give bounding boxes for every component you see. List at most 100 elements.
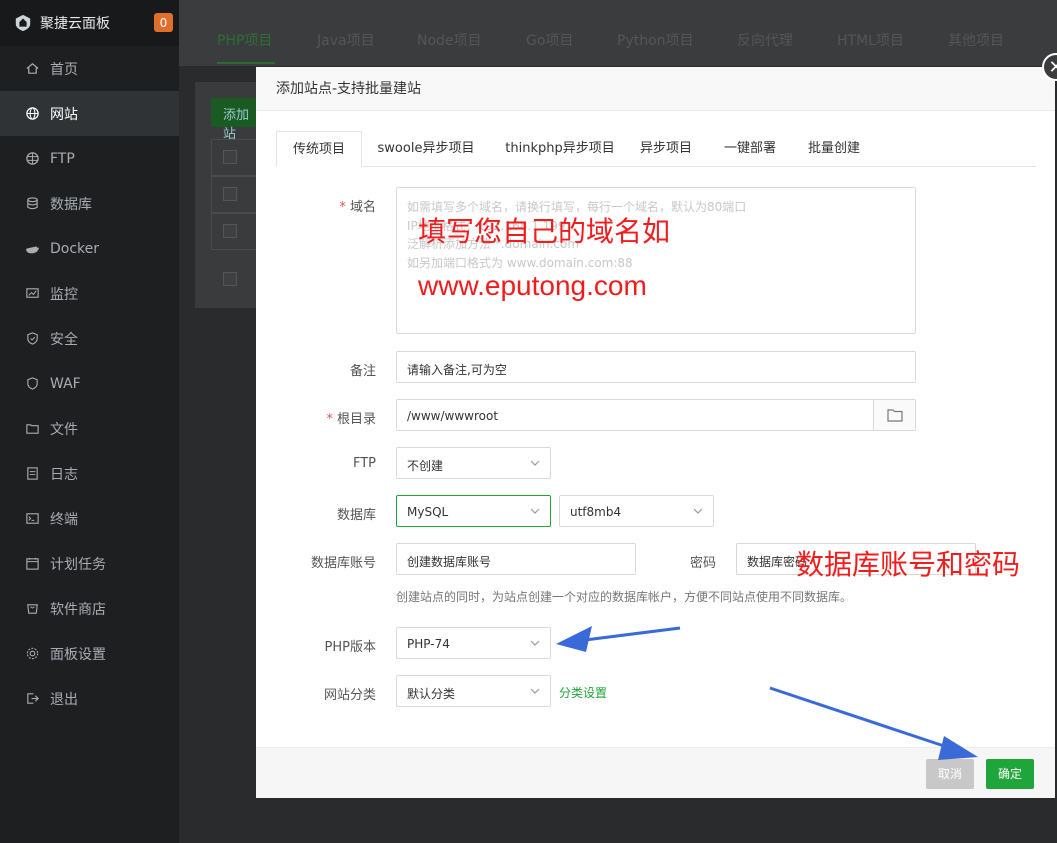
sidebar-header: 聚捷云面板 0: [0, 0, 179, 46]
chevron-down-icon: [693, 508, 703, 514]
project-tabs: PHP项目 Java项目 Node项目 Go项目 Python项目 反向代理 H…: [179, 0, 1057, 66]
sidebar-item-label: 文件: [50, 421, 78, 438]
clock-icon: [24, 556, 40, 572]
folder-icon: [24, 421, 40, 437]
sidebar-item-label: 网站: [50, 106, 78, 123]
sidebar-item-terminal[interactable]: 终端: [0, 496, 179, 541]
sidebar-item-label: 软件商店: [50, 601, 106, 618]
chevron-down-icon: [530, 688, 540, 694]
database-icon: [24, 196, 40, 212]
sidebar-item-label: 终端: [50, 511, 78, 528]
notification-badge[interactable]: 0: [154, 13, 173, 32]
shield-icon: [24, 331, 40, 347]
sidebar-item-gear[interactable]: 面板设置: [0, 631, 179, 676]
database-type-select[interactable]: MySQL: [396, 495, 551, 527]
dialog-footer: 取消 确定: [256, 747, 1055, 798]
sidebar-menu: 首页网站 FTP 数据库 Docker 监控安全 WAF 文件日志终端计划任务软件商店面板设…: [0, 46, 179, 721]
tab-html[interactable]: HTML项目: [837, 30, 904, 50]
row-checkbox[interactable]: [223, 150, 237, 164]
charset-select[interactable]: utf8mb4: [559, 495, 714, 527]
category-select[interactable]: 默认分类: [396, 675, 551, 707]
database-label: 数据库: [336, 508, 376, 523]
php-version-select[interactable]: PHP-74: [396, 627, 551, 659]
password-label: 密码: [689, 556, 716, 571]
sidebar-item-monitor[interactable]: 监控: [0, 271, 179, 316]
sidebar-item-waf[interactable]: WAF: [0, 361, 179, 406]
sidebar-item-label: 安全: [50, 331, 78, 348]
tab-swoole[interactable]: swoole异步项目: [372, 131, 480, 167]
tab-java[interactable]: Java项目: [317, 30, 375, 50]
sidebar-item-folder[interactable]: 文件: [0, 406, 179, 451]
sidebar-item-logout[interactable]: 退出: [0, 676, 179, 721]
tab-one-click-deploy[interactable]: 一键部署: [718, 131, 782, 167]
sidebar-item-label: 监控: [50, 286, 78, 303]
tab-traditional[interactable]: 传统项目: [276, 131, 362, 167]
tab-batch-create[interactable]: 批量创建: [802, 131, 866, 167]
sidebar-item-label: 退出: [50, 691, 78, 708]
php-version-label: PHP版本: [324, 640, 376, 655]
panel-title: 聚捷云面板: [40, 16, 110, 32]
sidebar-item-label: 日志: [50, 466, 78, 483]
sidebar-item-home[interactable]: 首页: [0, 46, 179, 91]
domain-example-annotation: www.eputong.com: [418, 270, 647, 301]
db-account-input[interactable]: 创建数据库账号: [396, 543, 636, 575]
sidebar-item-globe[interactable]: 网站: [0, 91, 179, 136]
add-site-button[interactable]: 添加站: [211, 98, 261, 142]
sidebar-item-label: 首页: [50, 61, 78, 78]
tab-async[interactable]: 异步项目: [636, 131, 696, 167]
panel-logo-icon: [15, 14, 31, 32]
remark-label: 备注: [349, 364, 376, 379]
remark-input[interactable]: 请输入备注,可为空: [396, 351, 916, 383]
domain-annotation: 填写您自己的域名如: [418, 215, 671, 248]
sidebar-item-label: 数据库: [50, 196, 92, 213]
dialog-title: 添加站点-支持批量建站: [256, 67, 1055, 111]
sidebar-item-database[interactable]: 数据库: [0, 181, 179, 226]
tab-go[interactable]: Go项目: [526, 30, 573, 50]
sidebar-item-docker[interactable]: Docker: [0, 226, 179, 271]
domain-label: * 域名: [339, 200, 376, 215]
tab-reverse-proxy[interactable]: 反向代理: [737, 30, 793, 50]
sidebar-item-log[interactable]: 日志: [0, 451, 179, 496]
chevron-down-icon: [530, 460, 540, 466]
category-label: 网站分类: [323, 688, 376, 703]
tab-php[interactable]: PHP项目: [217, 30, 272, 50]
sidebar-item-clock[interactable]: 计划任务: [0, 541, 179, 586]
tab-python[interactable]: Python项目: [617, 30, 694, 50]
tab-node[interactable]: Node项目: [417, 30, 482, 50]
sidebar-item-label: WAF: [50, 375, 81, 392]
docker-icon: [24, 241, 40, 257]
ftp-label: FTP: [352, 456, 376, 471]
sidebar-item-shield[interactable]: 安全: [0, 316, 179, 361]
row-checkbox[interactable]: [223, 187, 237, 201]
sidebar-item-label: Docker: [50, 240, 100, 257]
sidebar-item-store[interactable]: 软件商店: [0, 586, 179, 631]
ftp-select[interactable]: 不创建: [396, 447, 551, 479]
terminal-icon: [24, 511, 40, 527]
tab-other[interactable]: 其他项目: [948, 30, 1004, 50]
tab-thinkphp[interactable]: thinkphp异步项目: [498, 131, 622, 167]
category-settings-link[interactable]: 分类设置: [559, 684, 607, 701]
sidebar-item-label: FTP: [50, 150, 75, 167]
project-type-tabs: 传统项目 swoole异步项目 thinkphp异步项目 异步项目 一键部署 批…: [276, 131, 1036, 167]
home-icon: [24, 61, 40, 77]
gear-icon: [24, 646, 40, 662]
row-checkbox[interactable]: [223, 224, 237, 238]
add-site-dialog: 添加站点-支持批量建站 ✕ 传统项目 swoole异步项目 thinkphp异步…: [256, 53, 1057, 798]
root-dir-label: * 根目录: [326, 412, 376, 427]
chevron-down-icon: [530, 640, 540, 646]
folder-icon[interactable]: [873, 400, 915, 430]
confirm-button[interactable]: 确定: [986, 759, 1035, 789]
log-icon: [24, 466, 40, 482]
ftp-icon: [24, 151, 40, 167]
root-dir-input[interactable]: /www/wwwroot: [396, 399, 916, 431]
waf-icon: [24, 376, 40, 392]
cancel-button[interactable]: 取消: [926, 759, 975, 789]
monitor-icon: [24, 286, 40, 302]
db-annotation: 数据库账号和密码: [796, 548, 1021, 581]
chevron-down-icon: [530, 508, 540, 514]
db-account-label: 数据库账号: [310, 556, 376, 571]
sidebar-item-ftp[interactable]: FTP: [0, 136, 179, 181]
globe-icon: [24, 106, 40, 122]
sidebar-item-label: 面板设置: [50, 646, 106, 663]
select-all-checkbox[interactable]: [223, 272, 237, 286]
